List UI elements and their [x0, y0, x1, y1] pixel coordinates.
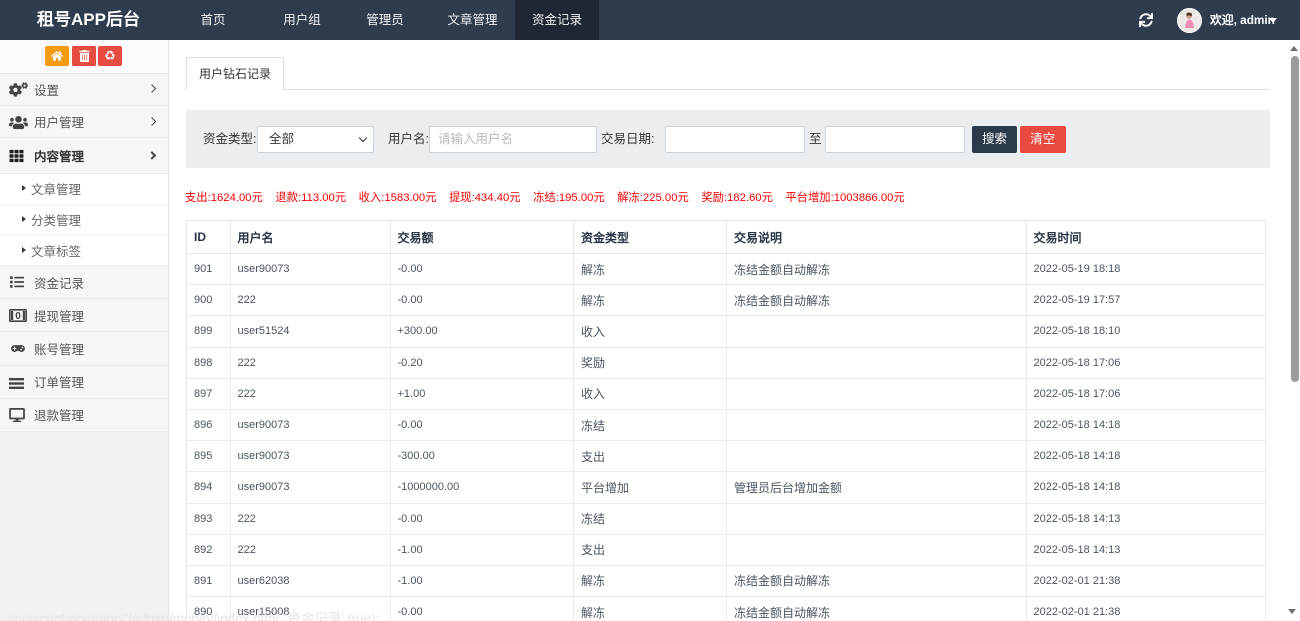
svg-text:0: 0 [15, 311, 21, 322]
